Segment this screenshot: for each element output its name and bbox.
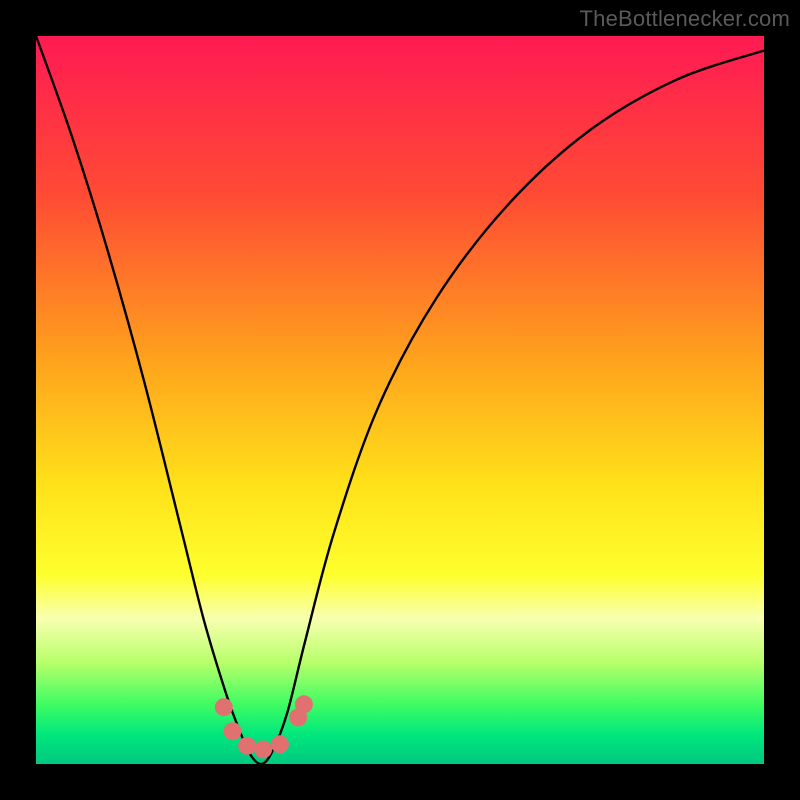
data-marker xyxy=(238,737,256,755)
watermark-text: TheBottlenecker.com xyxy=(580,6,790,32)
data-marker xyxy=(224,722,242,740)
data-marker xyxy=(215,698,233,716)
chart-container: { "watermark": "TheBottlenecker.com", "p… xyxy=(0,0,800,800)
data-marker xyxy=(271,735,289,753)
data-marker xyxy=(254,740,272,758)
data-marker xyxy=(295,695,313,713)
plot-svg xyxy=(0,0,800,800)
gradient-background xyxy=(36,36,764,764)
